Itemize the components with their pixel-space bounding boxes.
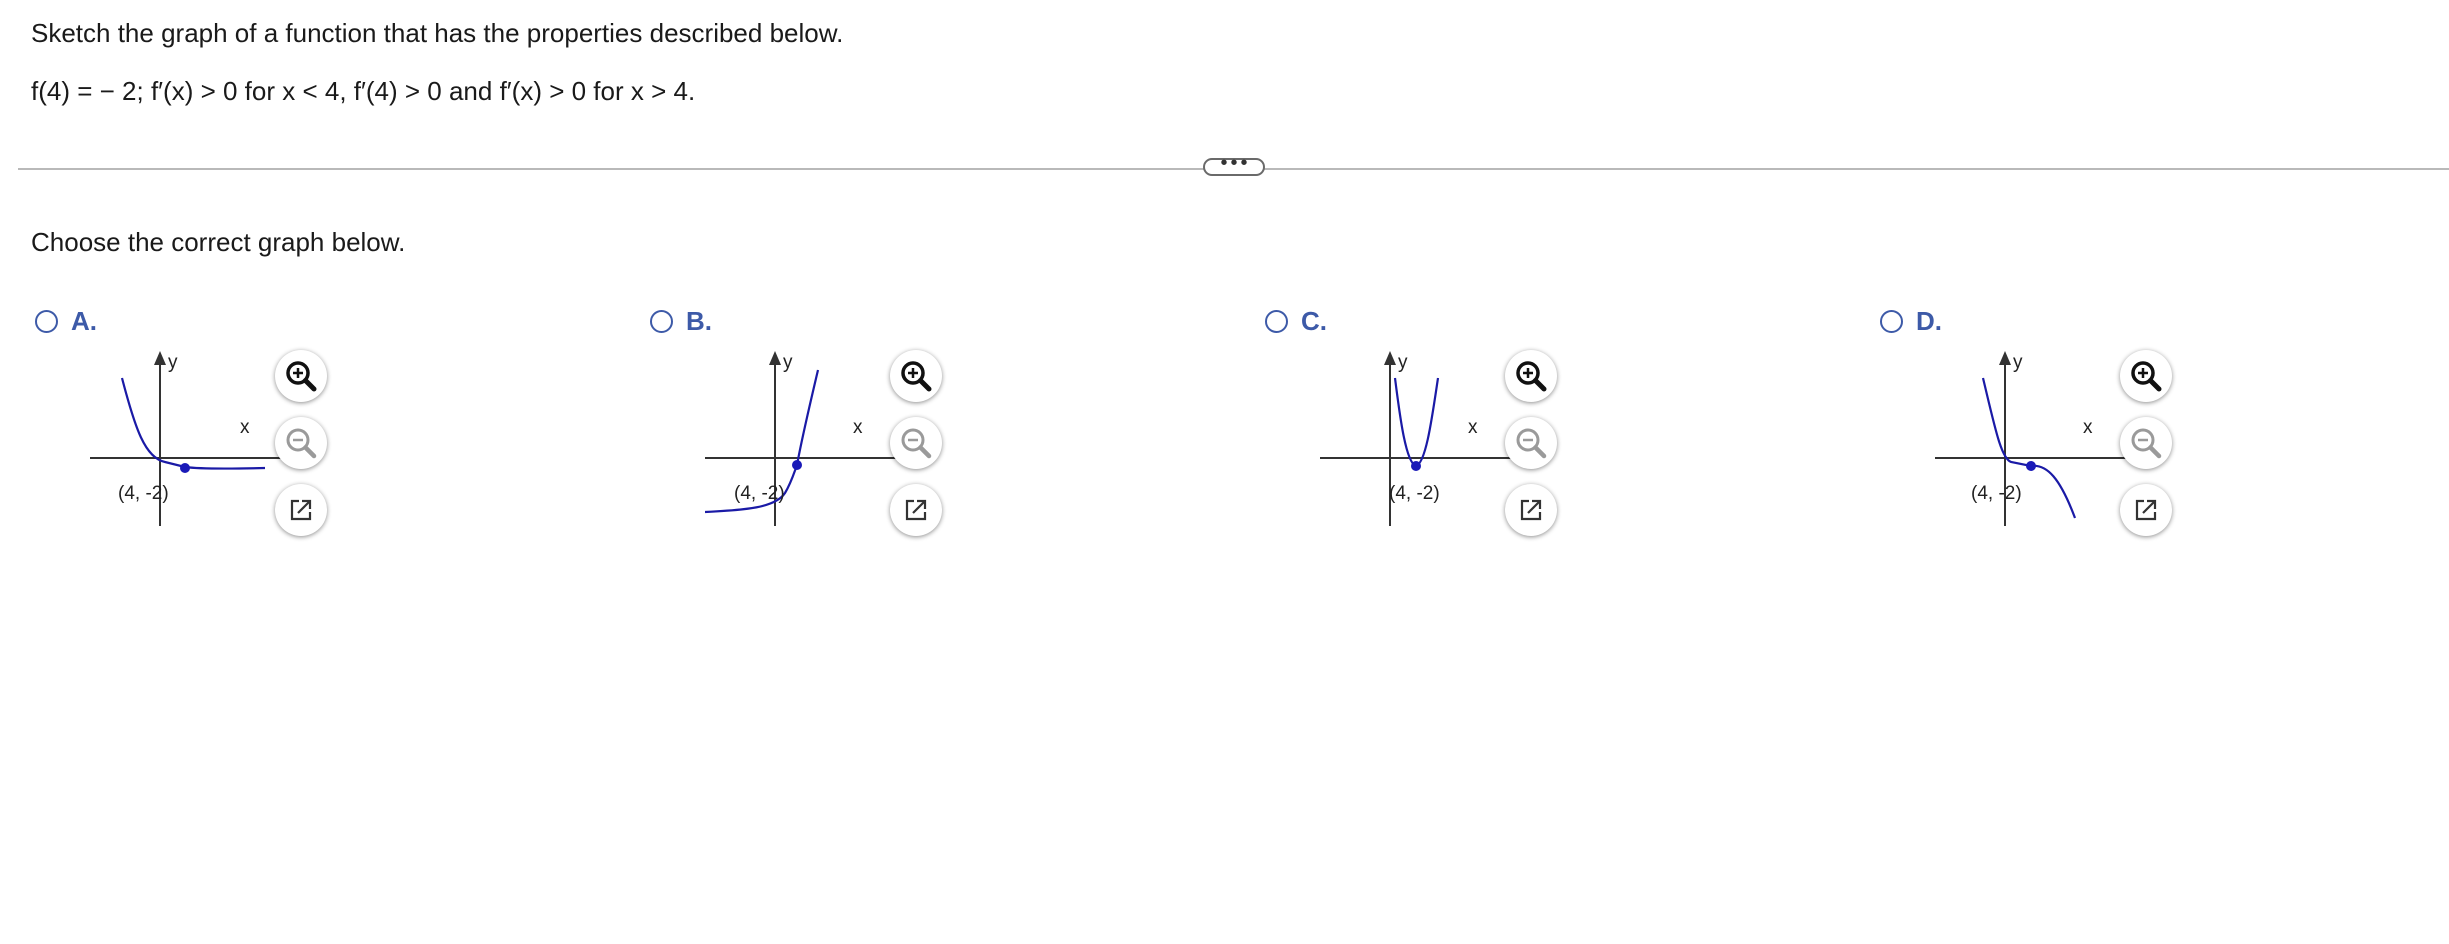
popout-button[interactable]: [890, 484, 942, 536]
option-c-radio[interactable]: [1265, 310, 1288, 333]
x-axis-label: x: [240, 417, 250, 438]
zoom-in-button[interactable]: [275, 350, 327, 402]
option-b-letter: B.: [686, 306, 712, 336]
option-c-select[interactable]: C.: [1265, 306, 1327, 337]
x-axis-label: x: [853, 417, 863, 438]
point-marker: [1411, 461, 1421, 471]
option-a: A. y x (4, -2): [35, 300, 435, 540]
zoom-out-button[interactable]: [1505, 417, 1557, 469]
y-axis-label: y: [2013, 352, 2023, 373]
y-axis-label: y: [168, 352, 178, 373]
option-b-radio[interactable]: [650, 310, 673, 333]
option-c-letter: C.: [1301, 306, 1327, 336]
zoom-in-icon: [1516, 361, 1547, 392]
y-axis-arrow: [1384, 351, 1396, 365]
option-c: C. y x (4, -2): [1265, 300, 1665, 540]
zoom-out-icon: [901, 428, 932, 459]
y-axis-label: y: [783, 352, 793, 373]
question-line-2: f(4) = − 2; f′(x) > 0 for x < 4, f′(4) >…: [31, 76, 696, 106]
popout-icon: [1520, 499, 1542, 521]
expand-more-button[interactable]: •••: [1203, 153, 1265, 176]
point-label: (4, -2): [1971, 483, 2022, 504]
zoom-out-button[interactable]: [890, 417, 942, 469]
popout-icon: [290, 499, 312, 521]
option-d-select[interactable]: D.: [1880, 306, 1942, 337]
zoom-in-button[interactable]: [890, 350, 942, 402]
point-marker: [2026, 461, 2036, 471]
zoom-out-button[interactable]: [275, 417, 327, 469]
option-d: D. y x (4, -2): [1880, 300, 2280, 540]
option-b: B. y x (4, -2): [650, 300, 1050, 540]
zoom-in-button[interactable]: [1505, 350, 1557, 402]
y-axis-arrow: [1999, 351, 2011, 365]
y-axis-arrow: [154, 351, 166, 365]
zoom-in-icon: [901, 361, 932, 392]
point-label: (4, -2): [118, 483, 169, 504]
point-marker: [180, 463, 190, 473]
popout-button[interactable]: [1505, 484, 1557, 536]
zoom-out-button[interactable]: [2120, 417, 2172, 469]
popout-button[interactable]: [2120, 484, 2172, 536]
function-curve: [1393, 377, 1440, 468]
popout-icon: [905, 499, 927, 521]
option-d-radio[interactable]: [1880, 310, 1903, 333]
option-d-letter: D.: [1916, 306, 1942, 336]
popout-icon: [2135, 499, 2157, 521]
question-line-1: Sketch the graph of a function that has …: [31, 18, 844, 48]
question-text: Sketch the graph of a function that has …: [31, 15, 843, 109]
option-b-select[interactable]: B.: [650, 306, 712, 337]
y-axis-label: y: [1398, 352, 1408, 373]
zoom-in-icon: [2131, 361, 2162, 392]
zoom-in-button[interactable]: [2120, 350, 2172, 402]
y-axis-arrow: [769, 351, 781, 365]
axes: [1935, 360, 2135, 526]
x-axis-label: x: [1468, 417, 1478, 438]
point-label: (4, -2): [1389, 483, 1440, 504]
option-a-radio[interactable]: [35, 310, 58, 333]
point-label: (4, -2): [734, 483, 785, 504]
choose-prompt: Choose the correct graph below.: [31, 227, 406, 257]
point-marker: [792, 460, 802, 470]
option-a-letter: A.: [71, 306, 97, 336]
zoom-in-icon: [286, 361, 317, 392]
zoom-out-icon: [2131, 428, 2162, 459]
option-a-select[interactable]: A.: [35, 306, 97, 337]
zoom-out-icon: [1516, 428, 1547, 459]
x-axis-label: x: [2083, 417, 2093, 438]
popout-button[interactable]: [275, 484, 327, 536]
zoom-out-icon: [286, 428, 317, 459]
